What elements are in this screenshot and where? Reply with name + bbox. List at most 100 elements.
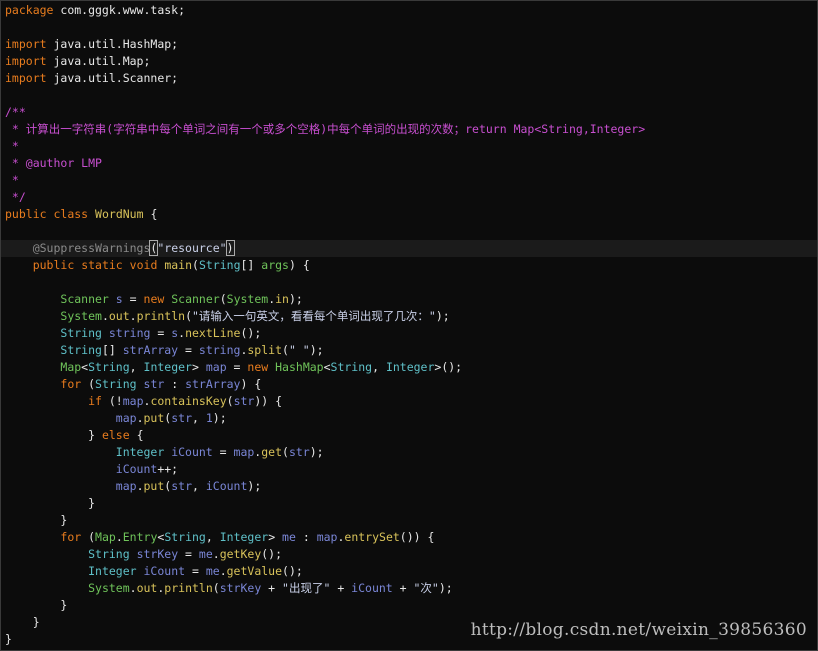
code-token: else [101, 428, 130, 442]
code-token: strArray [122, 343, 179, 357]
code-token: map [122, 394, 144, 408]
code-token: String [60, 326, 102, 340]
code-line: Map<String, Integer> map = new HashMap<S… [5, 359, 462, 376]
code-token: import [5, 54, 47, 68]
code-token: "出现了" [282, 581, 331, 595]
code-line: public class WordNum { [5, 206, 157, 223]
code-token: containsKey [150, 394, 227, 408]
code-token: ( [81, 530, 96, 544]
code-token: LMP [74, 156, 102, 170]
code-token: > [191, 360, 206, 374]
code-token: (! [101, 394, 123, 408]
code-token: ) { [288, 258, 310, 272]
code-line: public static void main(String[] args) { [5, 257, 310, 274]
code-line: * [5, 139, 19, 153]
code-token: System [88, 581, 130, 595]
code-token: > [268, 530, 283, 544]
code-token: String [88, 547, 130, 561]
code-token: Integer [219, 530, 269, 544]
code-token: main [164, 258, 193, 272]
code-token: < [323, 360, 331, 374]
code-token: map [115, 411, 137, 425]
code-line: System.out.println(strKey + "出现了" + iCou… [5, 580, 453, 597]
code-token: str [288, 445, 310, 459]
code-token: static [81, 258, 123, 272]
code-token: 1 [205, 411, 213, 425]
code-token: : [295, 530, 317, 544]
code-token: strArray [185, 377, 241, 391]
code-token: (); [282, 564, 303, 578]
code-token: + [261, 581, 283, 595]
code-token: ) [225, 240, 235, 256]
code-token: ); [247, 479, 262, 493]
code-token: . [129, 309, 137, 323]
code-token: ( [282, 343, 289, 357]
code-token: System [60, 309, 102, 323]
code-token: put [143, 479, 165, 493]
code-line: * [5, 173, 19, 187]
code-token: HashMap [275, 360, 324, 374]
code-token: . [136, 479, 144, 493]
code-token: iCount [143, 564, 186, 578]
code-token: = [212, 445, 234, 459]
code-line: /** [5, 105, 26, 119]
code-token: map [316, 530, 338, 544]
code-token: ); [309, 445, 324, 459]
code-token: . [129, 581, 137, 595]
code-token: str [143, 377, 165, 391]
code-line: String[] strArray = string.split(" "); [5, 342, 324, 359]
code-line: iCount++; [5, 461, 178, 478]
code-token: for [60, 377, 82, 391]
code-line: */ [5, 190, 26, 204]
code-token: public [32, 258, 75, 272]
code-token: "resource" [157, 241, 227, 255]
code-token: String [60, 343, 102, 357]
code-line: } else { [5, 427, 143, 444]
code-line: @SuppressWarnings("resource") [1, 240, 817, 257]
code-token: Entry [122, 530, 158, 544]
code-line: for (String str : strArray) { [5, 376, 261, 393]
code-token: String [164, 530, 206, 544]
code-token: , [372, 360, 386, 374]
code-token: @SuppressWarnings [32, 241, 151, 255]
code-line: * @author LMP [5, 155, 102, 172]
code-token: new [143, 292, 165, 306]
code-token: str [171, 411, 192, 425]
code-line: } [5, 496, 96, 510]
code-token: + [392, 581, 414, 595]
code-token: void [129, 258, 158, 272]
code-token: (); [240, 326, 262, 340]
code-line: } [5, 615, 40, 629]
code-token: ); [309, 343, 324, 357]
code-token: = [178, 547, 199, 561]
code-token: String [88, 360, 130, 374]
code-token: WordNum [95, 207, 144, 221]
code-token: me [205, 564, 220, 578]
code-editor[interactable]: package com.gggk.www.task; import java.u… [0, 0, 818, 651]
code-line: Integer iCount = me.getValue(); [5, 563, 303, 580]
code-line: String string = s.nextLine(); [5, 325, 261, 342]
code-line: } [5, 513, 68, 527]
code-line: Integer iCount = map.get(str); [5, 444, 324, 461]
code-token: if [88, 394, 102, 408]
code-line: import java.util.HashMap; [5, 36, 178, 53]
code-token: , [192, 479, 206, 493]
code-token: new [247, 360, 269, 374]
code-token: >(); [434, 360, 463, 374]
code-line: } [5, 598, 68, 612]
code-token: String [330, 360, 373, 374]
code-token: class [53, 207, 89, 221]
code-token: ); [438, 581, 453, 595]
code-token: Integer [115, 445, 165, 459]
code-token: Integer [385, 360, 435, 374]
code-token: . [101, 309, 109, 323]
code-token: string [108, 326, 151, 340]
